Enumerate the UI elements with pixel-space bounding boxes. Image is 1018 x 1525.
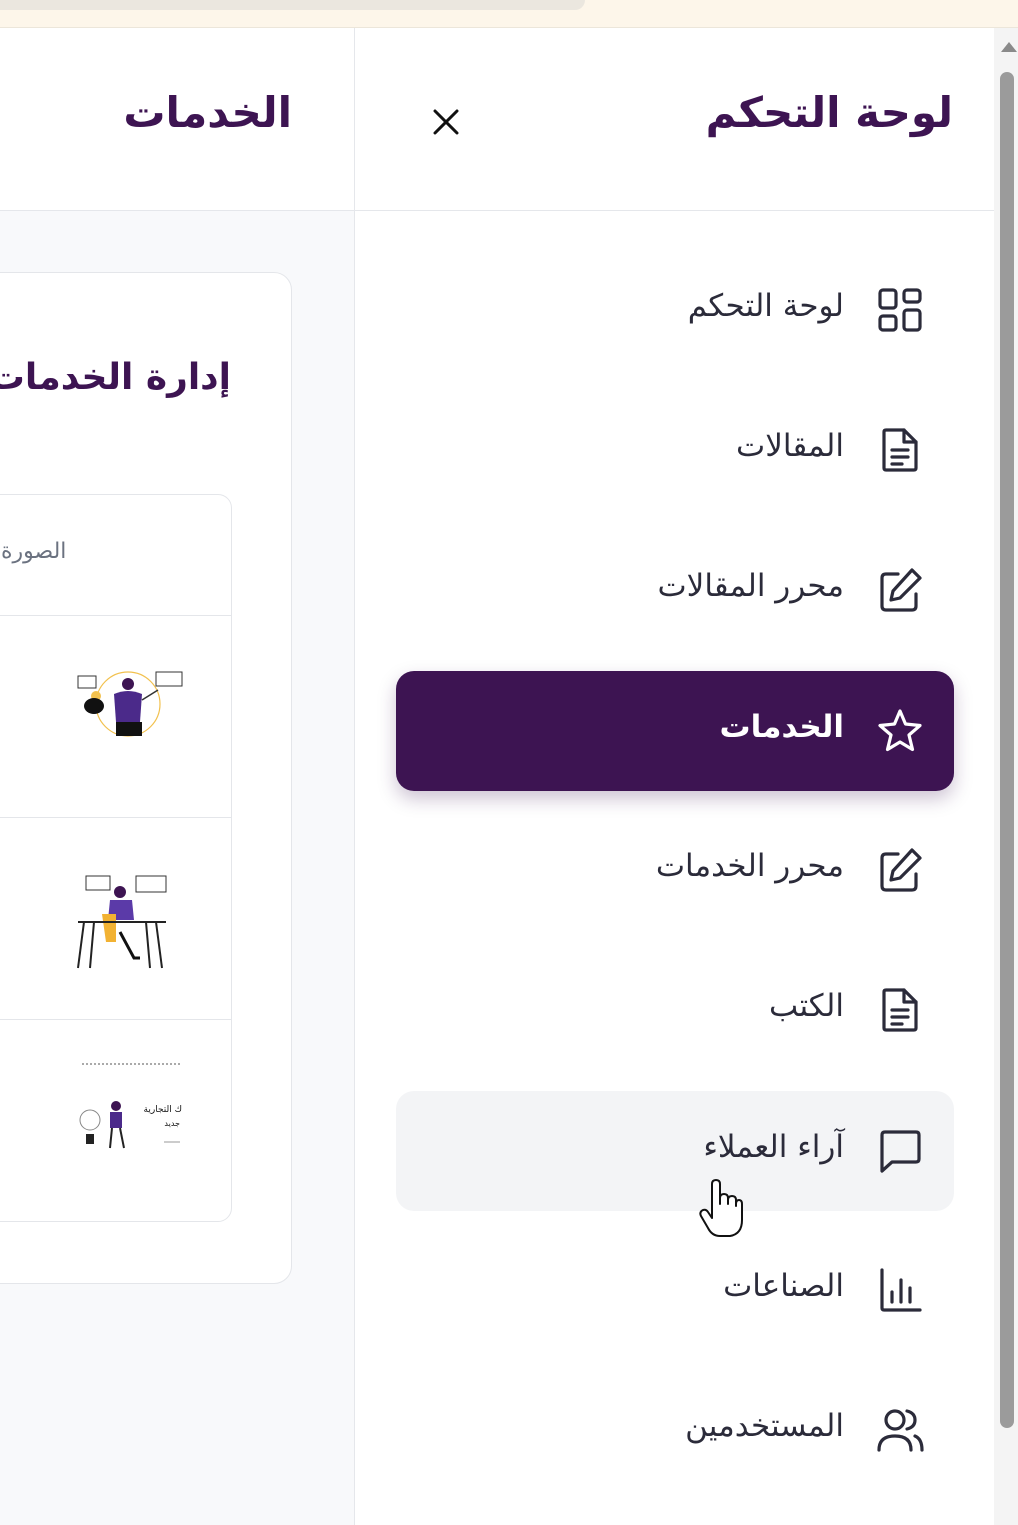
main-content: الخدمات إدارة الخدمات الصورة ك التجارية … [0, 28, 354, 1525]
services-table: الصورة ك التجارية جديد [0, 494, 232, 1222]
document-icon [882, 428, 918, 472]
table-row[interactable] [0, 818, 231, 1020]
close-icon[interactable] [427, 103, 465, 141]
service-thumbnail[interactable] [76, 872, 186, 972]
sidebar-item-label: الكتب [769, 988, 844, 1024]
sidebar-item-label: الصناعات [723, 1268, 844, 1304]
sidebar-item-article-editor[interactable]: محرر المقالات [396, 530, 954, 650]
page-title: الخدمات [123, 88, 292, 137]
thumbnail-text-2: جديد [164, 1119, 180, 1128]
sidebar-item-service-editor[interactable]: محرر الخدمات [396, 810, 954, 930]
dashboard-grid-icon [878, 288, 922, 332]
sidebar-item-label: محرر الخدمات [655, 848, 844, 884]
scroll-up-arrow-icon[interactable] [1001, 42, 1017, 52]
sidebar-item-users[interactable]: المستخدمين [396, 1370, 954, 1490]
sidebar-item-label: لوحة التحكم [687, 288, 844, 324]
table-header: الصورة [0, 495, 231, 616]
table-row[interactable]: ك التجارية جديد [0, 1020, 231, 1221]
sidebar-item-label: المقالات [736, 428, 844, 464]
sidebar-item-testimonials[interactable]: آراء العملاء [396, 1091, 954, 1211]
main-header: الخدمات [0, 28, 354, 211]
sidebar-item-label: محرر المقالات [657, 568, 844, 604]
sidebar-title: لوحة التحكم [705, 88, 953, 137]
edit-icon [880, 848, 922, 892]
edit-icon [880, 568, 922, 612]
sidebar-item-label: آراء العملاء [703, 1129, 844, 1165]
sidebar: لوحة التحكم لوحة التحكم المقالات محرر ال… [354, 28, 995, 1525]
browser-address-pill [0, 0, 585, 10]
sidebar-header: لوحة التحكم [355, 28, 995, 211]
bar-chart-icon [880, 1268, 922, 1312]
hand-pointer-icon [699, 1179, 743, 1237]
sidebar-item-services[interactable]: الخدمات [396, 671, 954, 791]
sidebar-item-books[interactable]: الكتب [396, 950, 954, 1070]
sidebar-item-dashboard[interactable]: لوحة التحكم [396, 250, 954, 370]
sidebar-item-industries[interactable]: الصناعات [396, 1230, 954, 1350]
service-thumbnail[interactable] [76, 670, 186, 770]
service-thumbnail[interactable]: ك التجارية جديد [76, 1056, 186, 1166]
document-icon [882, 988, 918, 1032]
sidebar-item-articles[interactable]: المقالات [396, 390, 954, 510]
table-header-image: الصورة [1, 539, 67, 564]
star-icon [878, 709, 922, 752]
users-icon [877, 1409, 924, 1452]
message-icon [880, 1130, 921, 1173]
table-row[interactable] [0, 616, 231, 818]
thumbnail-text-1: ك التجارية [144, 1105, 182, 1115]
card-title: إدارة الخدمات [0, 357, 231, 398]
browser-top-bar [0, 0, 1018, 28]
sidebar-item-label: الخدمات [719, 709, 845, 745]
scrollbar-thumb[interactable] [1000, 72, 1014, 1428]
sidebar-item-label: المستخدمين [685, 1408, 844, 1444]
